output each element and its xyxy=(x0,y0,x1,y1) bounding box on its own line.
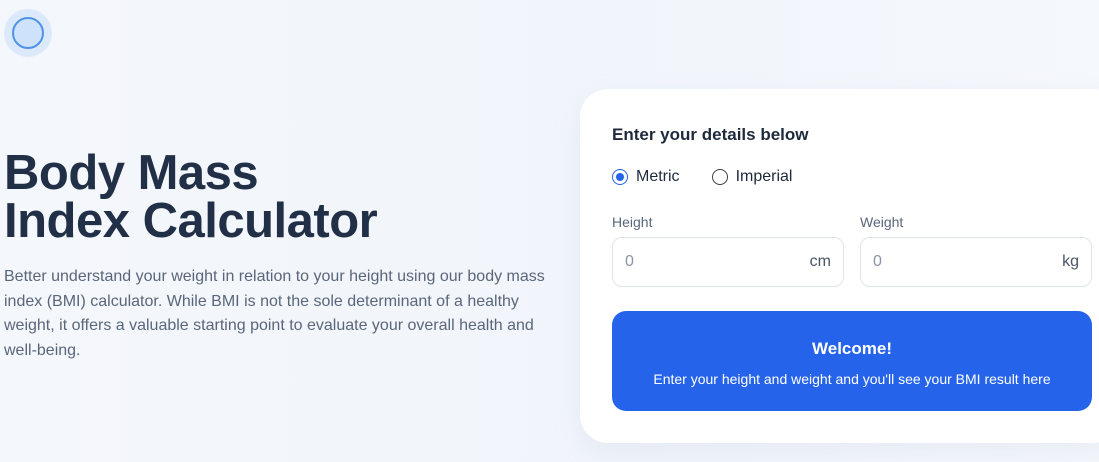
weight-field[interactable]: 0 kg xyxy=(860,237,1092,287)
height-unit: cm xyxy=(809,253,831,270)
imperial-label: Imperial xyxy=(735,168,793,185)
title-line-2: Index Calculator xyxy=(4,194,378,248)
weight-label: Weight xyxy=(860,214,904,230)
unit-selector: Metric Imperial xyxy=(612,168,792,186)
result-panel: Welcome! Enter your height and weight an… xyxy=(612,311,1092,411)
weight-unit: kg xyxy=(1062,253,1079,270)
bmi-form-card: Enter your details below Metric Imperial… xyxy=(580,89,1099,443)
imperial-radio[interactable] xyxy=(711,169,728,185)
circle-logo-icon xyxy=(12,17,44,49)
page-title: Body Mass Index Calculator xyxy=(4,146,564,248)
metric-label: Metric xyxy=(636,168,680,185)
result-text: Enter your height and weight and you'll … xyxy=(653,371,1051,387)
weight-input[interactable]: 0 xyxy=(873,253,882,271)
height-input[interactable]: 0 xyxy=(625,253,634,271)
logo[interactable] xyxy=(4,9,52,57)
hero-description: Better understand your weight in relatio… xyxy=(4,268,545,359)
title-line-1: Body Mass xyxy=(4,146,259,200)
metric-option[interactable]: Metric xyxy=(612,168,680,186)
result-title: Welcome! xyxy=(812,339,892,358)
height-field[interactable]: 0 cm xyxy=(612,237,844,287)
hero-section: Body Mass Index Calculator Better unders… xyxy=(4,149,564,363)
imperial-option[interactable]: Imperial xyxy=(711,168,793,186)
height-label: Height xyxy=(612,214,653,230)
metric-radio[interactable] xyxy=(612,169,628,185)
form-title: Enter your details below xyxy=(612,125,809,144)
